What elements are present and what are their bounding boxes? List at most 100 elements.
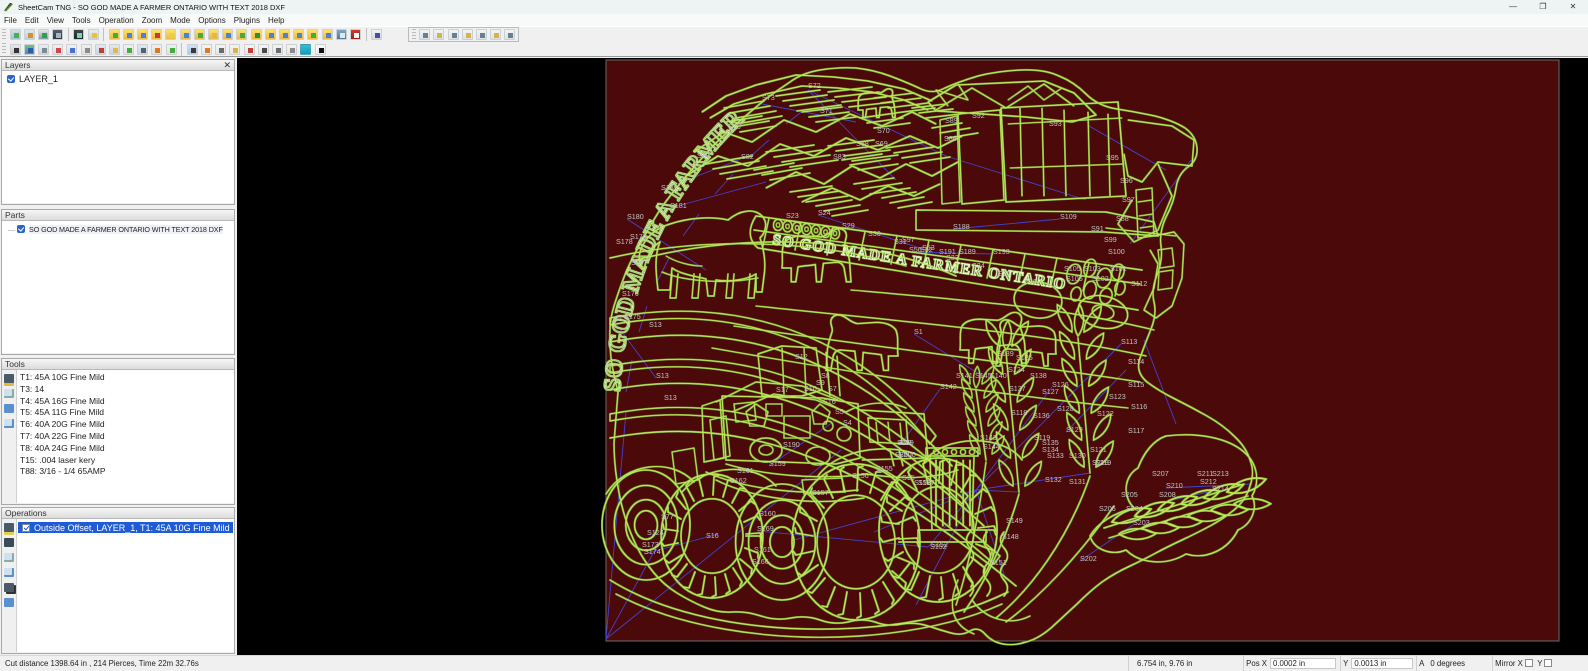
svg-text:S75: S75 — [728, 122, 741, 131]
svg-text:S24: S24 — [818, 208, 831, 217]
svg-text:S89: S89 — [945, 116, 958, 125]
svg-text:S149: S149 — [1006, 516, 1023, 525]
svg-text:S119: S119 — [1034, 433, 1050, 442]
svg-text:S178: S178 — [616, 237, 633, 246]
svg-text:S206: S206 — [1099, 504, 1116, 513]
svg-text:S143: S143 — [980, 433, 997, 442]
svg-text:S99: S99 — [899, 438, 912, 447]
svg-text:S109: S109 — [1060, 212, 1077, 221]
svg-text:S125: S125 — [1016, 353, 1033, 362]
svg-text:S203: S203 — [1133, 518, 1150, 527]
svg-text:S10: S10 — [804, 384, 817, 393]
svg-text:S113: S113 — [1121, 337, 1137, 346]
svg-text:S116: S116 — [1131, 402, 1147, 411]
svg-text:S123: S123 — [1109, 392, 1126, 401]
svg-text:S208: S208 — [1159, 490, 1176, 499]
svg-text:S112: S112 — [1131, 279, 1147, 288]
svg-text:S70: S70 — [877, 126, 890, 135]
svg-text:S151: S151 — [990, 558, 1007, 567]
svg-text:S160: S160 — [759, 509, 776, 518]
svg-text:S188: S188 — [953, 222, 970, 231]
svg-text:S121: S121 — [1090, 445, 1107, 454]
svg-text:S122: S122 — [1097, 409, 1114, 418]
svg-text:S207: S207 — [1152, 469, 1169, 478]
svg-text:S132: S132 — [1045, 475, 1062, 484]
svg-text:S72: S72 — [808, 81, 821, 90]
svg-text:S13: S13 — [656, 371, 669, 380]
svg-text:S15: S15 — [902, 473, 915, 482]
svg-text:S177: S177 — [631, 258, 648, 267]
svg-text:S95: S95 — [1106, 153, 1119, 162]
svg-text:S139: S139 — [997, 349, 1014, 358]
svg-text:S31: S31 — [894, 237, 907, 246]
svg-text:S204: S204 — [1126, 504, 1143, 513]
svg-text:S131: S131 — [1069, 477, 1086, 486]
svg-text:S29: S29 — [842, 221, 855, 230]
svg-text:S205: S205 — [1121, 490, 1138, 499]
svg-text:S162: S162 — [730, 476, 747, 485]
svg-text:S32: S32 — [920, 245, 933, 254]
svg-text:S34: S34 — [972, 261, 985, 270]
svg-text:S152: S152 — [930, 542, 947, 551]
svg-text:S17: S17 — [776, 385, 789, 394]
svg-text:S106: S106 — [1066, 274, 1083, 283]
svg-text:S124: S124 — [647, 528, 664, 537]
svg-text:S137: S137 — [1009, 384, 1026, 393]
svg-text:S93: S93 — [1049, 119, 1062, 128]
svg-text:S157: S157 — [918, 478, 935, 487]
svg-text:S33: S33 — [946, 253, 959, 262]
svg-text:S7: S7 — [828, 384, 837, 393]
svg-text:S145: S145 — [975, 371, 992, 380]
svg-text:S144: S144 — [983, 442, 1000, 451]
svg-text:S210: S210 — [1166, 481, 1183, 490]
svg-text:S92: S92 — [972, 111, 985, 120]
svg-text:S13: S13 — [614, 314, 627, 323]
svg-text:S103: S103 — [1084, 264, 1101, 273]
svg-text:S214: S214 — [1212, 484, 1229, 493]
svg-text:S133: S133 — [1047, 451, 1064, 460]
svg-text:S157: S157 — [812, 488, 829, 497]
svg-text:S97: S97 — [1122, 195, 1135, 204]
svg-text:S176: S176 — [622, 289, 639, 298]
svg-text:S130: S130 — [1069, 451, 1086, 460]
svg-text:S86: S86 — [944, 134, 957, 143]
svg-text:S141: S141 — [956, 371, 973, 380]
svg-text:S138: S138 — [1030, 371, 1047, 380]
svg-text:S190: S190 — [783, 440, 800, 449]
svg-text:S77: S77 — [661, 512, 674, 521]
svg-text:S136: S136 — [1033, 411, 1050, 420]
svg-text:S83: S83 — [833, 152, 846, 161]
svg-text:S173: S173 — [642, 540, 659, 549]
svg-text:S115: S115 — [1128, 380, 1144, 389]
svg-text:S13: S13 — [649, 320, 662, 329]
svg-text:S16: S16 — [823, 397, 836, 406]
svg-text:S30: S30 — [868, 229, 881, 238]
svg-text:S129: S129 — [1066, 425, 1083, 434]
svg-text:S202: S202 — [1080, 554, 1097, 563]
svg-text:S117: S117 — [1128, 426, 1144, 435]
svg-text:S118: S118 — [1011, 408, 1027, 417]
svg-text:S4: S4 — [843, 418, 852, 427]
svg-text:S88: S88 — [1116, 214, 1129, 223]
svg-text:S13: S13 — [664, 393, 677, 402]
svg-text:S36: S36 — [1024, 277, 1037, 286]
svg-text:S23: S23 — [786, 211, 799, 220]
svg-text:S16: S16 — [706, 531, 719, 540]
svg-text:S91: S91 — [1091, 224, 1104, 233]
svg-text:S114: S114 — [1128, 357, 1144, 366]
svg-text:S166: S166 — [752, 557, 769, 566]
svg-text:S82: S82 — [741, 152, 754, 161]
svg-text:S35: S35 — [998, 269, 1011, 278]
svg-text:S124: S124 — [1008, 365, 1025, 374]
svg-text:S119: S119 — [1095, 458, 1111, 467]
svg-text:S142: S142 — [940, 382, 957, 391]
svg-text:S9: S9 — [816, 378, 825, 387]
svg-text:S200: S200 — [899, 450, 916, 459]
svg-text:S148: S148 — [1002, 532, 1019, 541]
svg-text:S181: S181 — [670, 201, 687, 210]
svg-text:S156: S156 — [852, 471, 869, 480]
svg-text:S69: S69 — [875, 139, 888, 148]
svg-text:S78: S78 — [697, 151, 710, 160]
svg-text:S73: S73 — [762, 93, 775, 102]
svg-text:S193: S193 — [993, 247, 1010, 256]
